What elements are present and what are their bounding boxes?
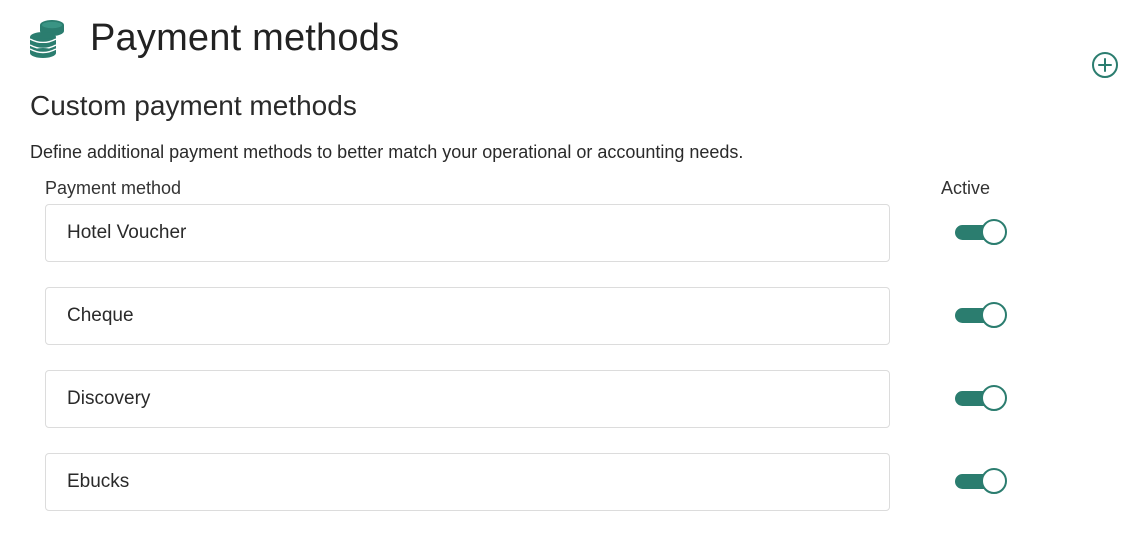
add-payment-method-button[interactable]: [1091, 51, 1119, 79]
toggle-knob: [981, 468, 1007, 494]
payment-method-list: Hotel Voucher Cheque Discovery Ebucks: [45, 204, 1025, 536]
active-toggle[interactable]: [955, 468, 1009, 494]
payment-methods-page: Payment methods Custom payment methods D…: [0, 0, 1142, 552]
payment-method-row: Ebucks: [45, 453, 1025, 513]
payment-method-name-field[interactable]: Ebucks: [45, 453, 890, 511]
payment-method-name-field[interactable]: Discovery: [45, 370, 890, 428]
payment-method-row: Cheque: [45, 287, 1025, 347]
payment-method-name-field[interactable]: Cheque: [45, 287, 890, 345]
coins-stack-icon: [28, 16, 68, 60]
section-title: Custom payment methods: [30, 90, 357, 121]
plus-circle-icon[interactable]: [1091, 51, 1119, 79]
page-header: Payment methods: [28, 16, 399, 60]
active-toggle[interactable]: [955, 385, 1009, 411]
page-title: Payment methods: [90, 16, 400, 59]
column-header-active: Active: [941, 178, 991, 198]
payment-method-name-field[interactable]: Hotel Voucher: [45, 204, 890, 262]
column-header-payment-method: Payment method: [45, 178, 182, 198]
payment-method-row: Hotel Voucher: [45, 204, 1025, 264]
active-toggle[interactable]: [955, 219, 1009, 245]
section-description: Define additional payment methods to bet…: [30, 142, 744, 162]
payment-method-row: Discovery: [45, 370, 1025, 430]
active-toggle[interactable]: [955, 302, 1009, 328]
toggle-knob: [981, 302, 1007, 328]
toggle-knob: [981, 385, 1007, 411]
toggle-knob: [981, 219, 1007, 245]
